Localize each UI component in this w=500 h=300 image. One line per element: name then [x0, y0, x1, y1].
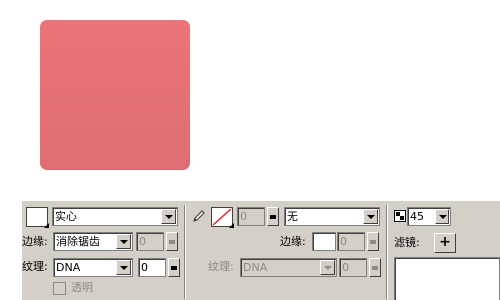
stroke-texture-label: 纹理: — [208, 260, 234, 273]
stroke-texture-amount-field: 0 — [339, 258, 367, 277]
stroke-edge-label: 边缘: — [280, 235, 306, 248]
chevron-down-icon — [229, 223, 234, 228]
fill-type-value: 实心 — [55, 210, 77, 223]
rounded-rectangle-shape[interactable] — [40, 20, 190, 170]
filters-list[interactable] — [394, 257, 500, 300]
fill-texture-amount-field[interactable]: 0 — [138, 258, 166, 277]
fill-texture-value: DNA — [56, 261, 81, 274]
section-divider — [184, 205, 186, 299]
fill-texture-select[interactable]: DNA — [53, 258, 133, 277]
opacity-field[interactable]: 45 — [407, 207, 451, 226]
stroke-edge-amount-stepper — [367, 232, 379, 251]
section-divider — [386, 205, 388, 299]
stroke-edge-amount-field: 0 — [337, 232, 365, 251]
chevron-down-icon — [44, 223, 49, 228]
fill-texture-amount-stepper[interactable] — [168, 258, 180, 277]
chevron-down-icon[interactable] — [161, 209, 176, 224]
chevron-down-icon[interactable] — [116, 234, 131, 249]
stroke-texture-value: DNA — [243, 261, 268, 274]
transparent-checkbox — [53, 282, 66, 295]
plus-icon: + — [439, 234, 451, 250]
opacity-value: 45 — [410, 210, 424, 223]
transparent-label: 透明 — [71, 281, 93, 294]
fill-type-select[interactable]: 实心 — [52, 207, 178, 226]
stroke-color-swatch[interactable] — [211, 207, 234, 228]
property-inspector: 实心 边缘: 消除锯齿 0 纹理: DNA 0 透明 0 无 边缘: 0 纹理:… — [22, 200, 500, 300]
stroke-size-field: 0 — [237, 207, 265, 226]
stroke-type-select[interactable]: 无 — [284, 207, 380, 226]
stroke-size-stepper[interactable] — [267, 207, 279, 226]
chevron-down-icon[interactable] — [435, 209, 449, 224]
fill-edge-amount-field: 0 — [136, 232, 164, 251]
stroke-edge-amount-value: 0 — [340, 235, 347, 248]
pencil-icon — [193, 210, 205, 222]
stroke-texture-amount-value: 0 — [342, 261, 349, 274]
chevron-down-icon[interactable] — [116, 260, 131, 275]
stroke-size-value: 0 — [240, 210, 247, 223]
opacity-icon — [394, 210, 406, 222]
add-filter-button[interactable]: + — [434, 233, 456, 253]
chevron-down-icon — [320, 260, 335, 275]
fill-edge-select[interactable]: 消除锯齿 — [53, 232, 133, 251]
chevron-down-icon[interactable] — [363, 209, 378, 224]
fill-edge-value: 消除锯齿 — [56, 235, 100, 248]
filters-label: 滤镜: — [394, 236, 420, 249]
stroke-texture-amount-stepper — [369, 258, 381, 277]
fill-texture-label: 纹理: — [22, 260, 48, 273]
stroke-type-value: 无 — [287, 210, 298, 223]
fill-color-swatch[interactable] — [26, 207, 49, 228]
fill-texture-amount-value: 0 — [141, 261, 148, 274]
fill-edge-amount-value: 0 — [139, 235, 146, 248]
canvas[interactable] — [0, 0, 500, 200]
stroke-texture-select: DNA — [240, 258, 337, 277]
fill-edge-label: 边缘: — [22, 235, 48, 248]
fill-edge-amount-stepper — [166, 232, 178, 251]
stroke-edge-color-box[interactable] — [312, 232, 336, 251]
